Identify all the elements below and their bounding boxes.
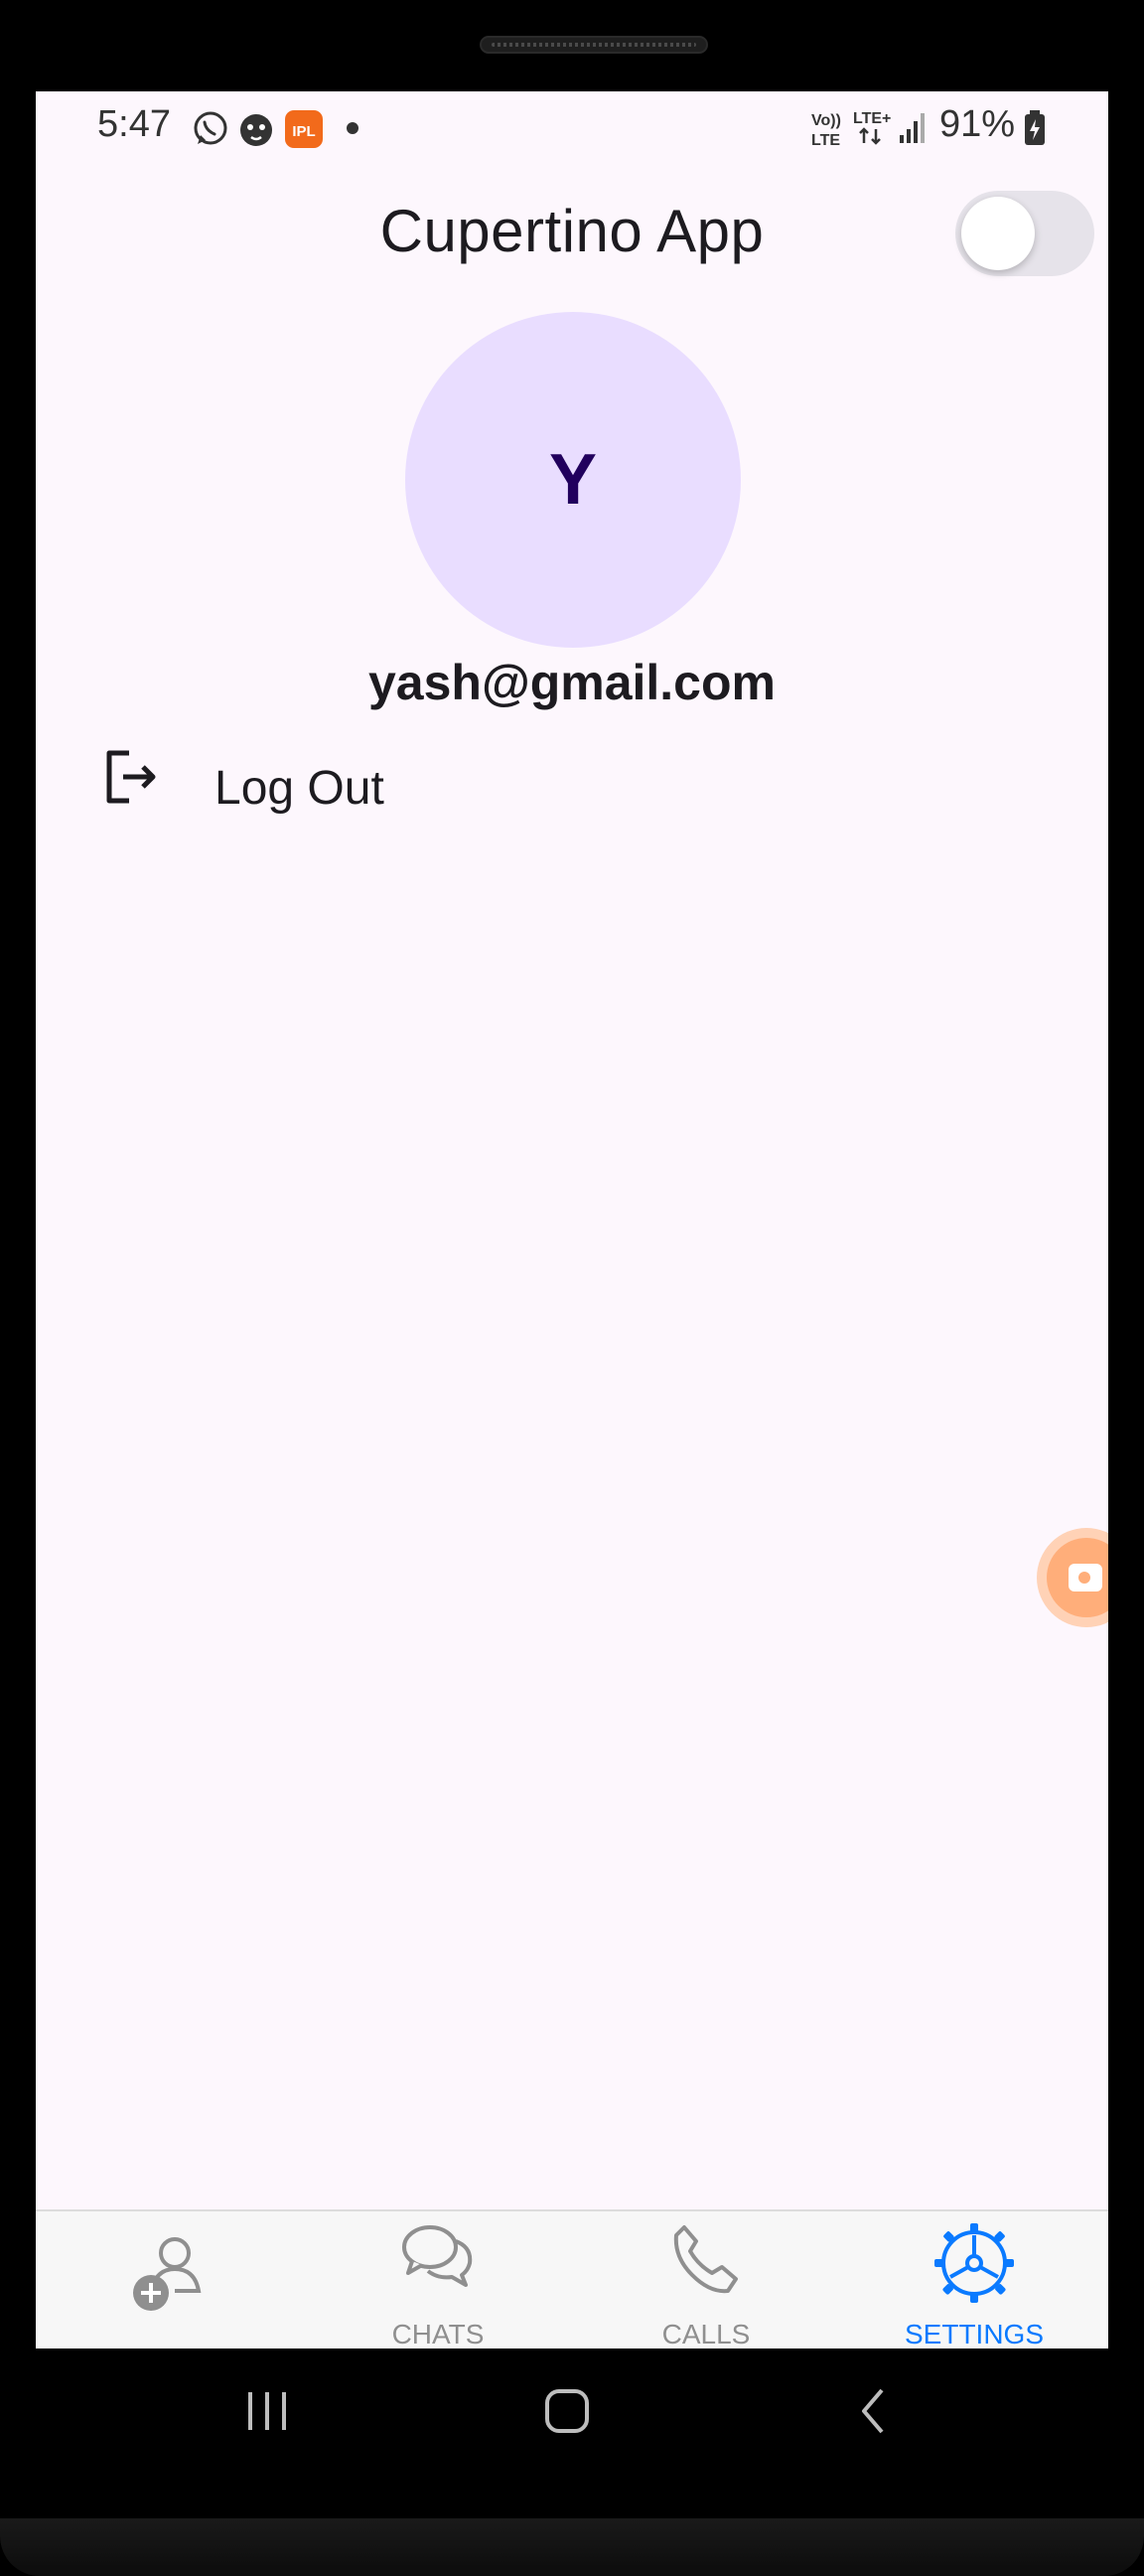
back-button[interactable]	[852, 2388, 898, 2439]
bottom-tab-bar: CHATS CALLS SETTINGS	[36, 2209, 1108, 2349]
svg-text:LTE: LTE	[811, 132, 840, 149]
dot-icon	[346, 121, 359, 140]
screen-recorder-button[interactable]	[1037, 1528, 1108, 1627]
video-camera-icon	[1069, 1564, 1102, 1591]
back-icon	[862, 2388, 884, 2434]
earpiece-speaker	[480, 36, 708, 54]
whatsapp-icon	[191, 109, 230, 154]
status-bar: 5:47 IPL Vo)) LTE LTE+ 91%	[36, 91, 1108, 165]
volte-icon: Vo)) LTE	[810, 109, 844, 154]
ipl-app-icon: IPL	[284, 109, 324, 154]
recent-apps-icon	[248, 2392, 286, 2430]
tab-chats[interactable]: CHATS	[304, 2211, 572, 2349]
chats-icon	[304, 2221, 572, 2296]
logout-icon	[101, 747, 161, 812]
logout-button[interactable]: Log Out	[36, 723, 1108, 846]
tab-settings[interactable]: SETTINGS	[840, 2211, 1108, 2349]
battery-percent: 91%	[939, 103, 1016, 145]
battery-charging-icon	[1023, 109, 1047, 152]
theme-toggle[interactable]	[955, 191, 1094, 276]
app-title: Cupertino App	[379, 198, 765, 264]
signal-icon	[898, 109, 928, 150]
android-notification-icon	[236, 109, 276, 154]
status-time: 5:47	[97, 103, 171, 145]
bottom-bezel	[0, 2518, 1144, 2576]
logout-label: Log Out	[214, 762, 384, 815]
home-button[interactable]	[544, 2388, 590, 2439]
app-screen: 5:47 IPL Vo)) LTE LTE+ 91% Cupertino App…	[36, 91, 1108, 2349]
add-contact-icon	[36, 2229, 304, 2320]
recorder-bubble	[1047, 1538, 1108, 1617]
tab-calls[interactable]: CALLS	[572, 2211, 840, 2349]
settings-gear-icon	[840, 2221, 1108, 2310]
toggle-knob	[961, 197, 1035, 270]
svg-text:Vo)): Vo))	[811, 112, 841, 129]
svg-text:IPL: IPL	[292, 123, 315, 140]
tab-label: CALLS	[661, 2319, 751, 2349]
system-nav-bar	[0, 2349, 1144, 2478]
tab-label: SETTINGS	[904, 2319, 1044, 2349]
user-email: yash@gmail.com	[367, 655, 776, 710]
lte-plus-icon: LTE+	[852, 107, 892, 154]
phone-frame: 5:47 IPL Vo)) LTE LTE+ 91% Cupertino App…	[0, 0, 1144, 2576]
tab-label: CHATS	[391, 2319, 485, 2349]
phone-icon	[572, 2221, 840, 2302]
tab-contacts[interactable]	[36, 2211, 304, 2349]
svg-text:LTE+: LTE+	[853, 110, 891, 127]
recent-apps-button[interactable]	[244, 2388, 290, 2439]
avatar-initial: Y	[548, 440, 598, 520]
home-icon	[545, 2389, 589, 2433]
avatar: Y	[405, 312, 741, 648]
